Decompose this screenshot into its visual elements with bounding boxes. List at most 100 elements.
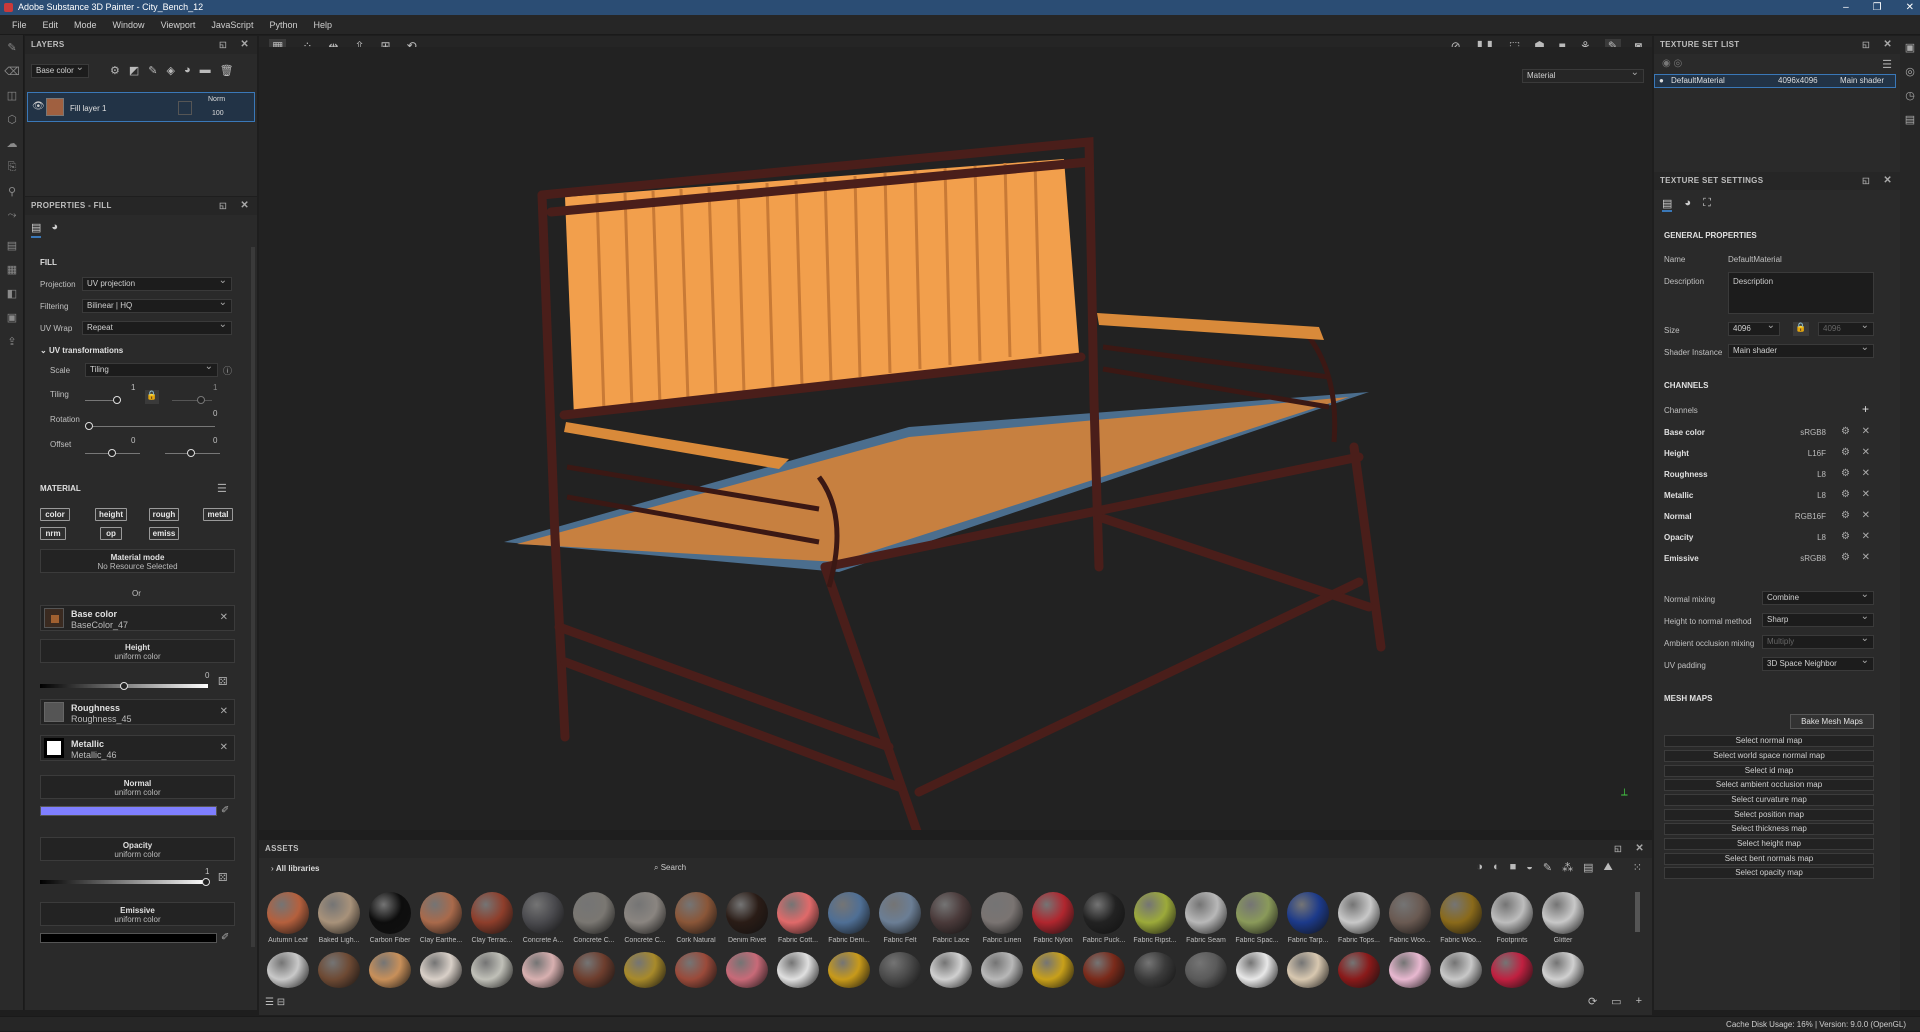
material-menu-icon[interactable]: ☰ (217, 482, 227, 495)
shelf-icon[interactable]: ▦ (0, 257, 24, 281)
base-color-slot[interactable]: Base color BaseColor_47 ✕ (40, 605, 235, 631)
asset-thumbnail[interactable] (879, 952, 921, 988)
select-ao-map[interactable]: Select ambient occlusion map (1664, 779, 1874, 791)
material-tab-icon[interactable]: ◕ (1684, 197, 1691, 212)
asset-thumbnail[interactable] (828, 952, 870, 988)
menu-window[interactable]: Window (113, 15, 145, 34)
dock-icon[interactable]: ◱ (1862, 172, 1870, 190)
filter-brushes-icon[interactable]: ✎ (1543, 861, 1552, 874)
dock-icon[interactable]: ◱ (1614, 840, 1622, 858)
asset-thumbnail[interactable] (1083, 952, 1125, 988)
projection-icon[interactable]: ◫ (0, 83, 24, 107)
asset-thumbnail[interactable] (369, 952, 411, 988)
channel-format[interactable]: sRGB8 (1800, 554, 1826, 563)
asset-thumbnail[interactable] (777, 892, 819, 934)
channel-row-emissive[interactable]: Emissive sRGB8 ⚙ ✕ (1664, 549, 1874, 569)
asset-thumbnail[interactable] (1338, 892, 1380, 934)
name-value[interactable]: DefaultMaterial (1728, 255, 1782, 264)
material-metal-toggle[interactable]: metal (203, 508, 233, 521)
dock-icon[interactable]: ◱ (219, 197, 227, 215)
properties-scrollbar[interactable] (251, 247, 255, 947)
asset-thumbnail[interactable] (1542, 892, 1584, 934)
maximize-button[interactable]: ❐ (1873, 0, 1882, 15)
menu-mode[interactable]: Mode (74, 15, 97, 34)
asset-thumbnail[interactable] (624, 892, 666, 934)
asset-thumbnail[interactable] (1134, 892, 1176, 934)
smudge-icon[interactable]: ☁ (0, 131, 24, 155)
remove-channel-icon[interactable]: ✕ (1862, 552, 1870, 563)
filter-textures-icon[interactable]: ■ (1510, 861, 1517, 874)
asset-thumbnail[interactable] (318, 952, 360, 988)
blend-mode-select[interactable]: Norm (208, 96, 225, 103)
remove-icon[interactable]: ✕ (220, 706, 228, 717)
material-rough-toggle[interactable]: rough (149, 508, 179, 521)
material-op-toggle[interactable]: op (100, 527, 122, 540)
menu-help[interactable]: Help (313, 15, 332, 34)
close-icon[interactable]: ✕ (1883, 172, 1892, 190)
channel-format[interactable]: RGB16F (1795, 512, 1826, 521)
remove-channel-icon[interactable]: ✕ (1862, 531, 1870, 542)
fill-tab-icon[interactable]: ▤ (31, 221, 42, 238)
filter-masks-icon[interactable]: ◒ (1526, 861, 1533, 874)
remove-channel-icon[interactable]: ✕ (1862, 489, 1870, 500)
filter-smart-materials-icon[interactable]: ◐ (1493, 861, 1500, 874)
close-icon[interactable]: ✕ (240, 197, 249, 215)
assets-scrollbar[interactable] (1635, 892, 1640, 932)
channel-settings-icon[interactable]: ⚙ (1841, 510, 1850, 521)
menu-file[interactable]: File (12, 15, 27, 34)
projection-select[interactable]: UV projection (82, 275, 232, 291)
asset-thumbnail[interactable] (1338, 952, 1380, 988)
path-icon[interactable]: ⤳ (0, 203, 24, 227)
paint-brush-icon[interactable]: ✎ (0, 35, 24, 59)
asset-thumbnail[interactable] (573, 952, 615, 988)
lock-icon[interactable]: 🔒 (1793, 322, 1809, 336)
asset-thumbnail[interactable] (675, 952, 717, 988)
lock-icon[interactable]: 🔒 (145, 390, 159, 404)
asset-thumbnail[interactable] (369, 892, 411, 934)
material-height-toggle[interactable]: height (95, 508, 127, 521)
asset-thumbnail[interactable] (1134, 952, 1176, 988)
uv-transformations-toggle[interactable]: ⌄ UV transformations (40, 346, 123, 355)
filter-particles-icon[interactable]: ⁂ (1562, 861, 1573, 874)
eyedropper-icon[interactable]: ✐ (221, 932, 229, 943)
asset-thumbnail[interactable] (267, 892, 309, 934)
asset-thumbnail[interactable] (471, 952, 513, 988)
channel-row-height[interactable]: Height L16F ⚙ ✕ (1664, 444, 1874, 464)
channel-settings-icon[interactable]: ⚙ (1841, 552, 1850, 563)
asset-thumbnail[interactable] (1440, 892, 1482, 934)
asset-thumbnail[interactable] (981, 952, 1023, 988)
asset-thumbnail[interactable] (1491, 892, 1533, 934)
asset-thumbnail[interactable] (522, 892, 564, 934)
dock-icon[interactable]: ◱ (219, 36, 227, 54)
channel-settings-icon[interactable]: ⚙ (1841, 447, 1850, 458)
list-menu-icon[interactable]: ☰ (1882, 58, 1892, 71)
select-world-normal-map[interactable]: Select world space normal map (1664, 750, 1874, 762)
layer-opacity-value[interactable]: 100 (212, 110, 224, 117)
channel-format[interactable]: L8 (1817, 491, 1826, 500)
channel-row-opacity[interactable]: Opacity L8 ⚙ ✕ (1664, 528, 1874, 548)
filter-environments-icon[interactable]: ⛰ (1604, 861, 1613, 874)
bake-mesh-maps-button[interactable]: Bake Mesh Maps (1790, 714, 1874, 729)
channel-row-metallic[interactable]: Metallic L8 ⚙ ✕ (1664, 486, 1874, 506)
random-icon[interactable]: ⚄ (218, 871, 228, 884)
visibility-eye-icon[interactable]: ● (1659, 75, 1664, 87)
close-icon[interactable]: ✕ (1883, 36, 1892, 54)
asset-thumbnail[interactable] (981, 892, 1023, 934)
roughness-slot[interactable]: Roughness Roughness_45 ✕ (40, 699, 235, 725)
uv-padding-select[interactable]: 3D Space Neighbor (1762, 655, 1874, 671)
filter-alphas-icon[interactable]: ▤ (1583, 861, 1593, 874)
select-curvature-map[interactable]: Select curvature map (1664, 794, 1874, 806)
bake-icon[interactable]: ▣ (0, 305, 24, 329)
asset-thumbnail[interactable] (930, 892, 972, 934)
search-box[interactable]: ⌕ Search (654, 863, 686, 873)
layer-name[interactable]: Fill layer 1 (70, 104, 106, 113)
3d-viewport[interactable]: Material ⌄ ⟂ (259, 47, 1652, 830)
asset-thumbnail[interactable] (726, 952, 768, 988)
tree-view-icon[interactable]: ⊟ (277, 997, 285, 1008)
remove-channel-icon[interactable]: ✕ (1862, 510, 1870, 521)
add-folder-icon[interactable]: ▬ (200, 64, 211, 77)
eraser-icon[interactable]: ⌫ (0, 59, 24, 83)
channel-row-normal[interactable]: Normal RGB16F ⚙ ✕ (1664, 507, 1874, 527)
ao-mixing-select[interactable]: Multiply (1762, 633, 1874, 649)
select-thickness-map[interactable]: Select thickness map (1664, 823, 1874, 835)
